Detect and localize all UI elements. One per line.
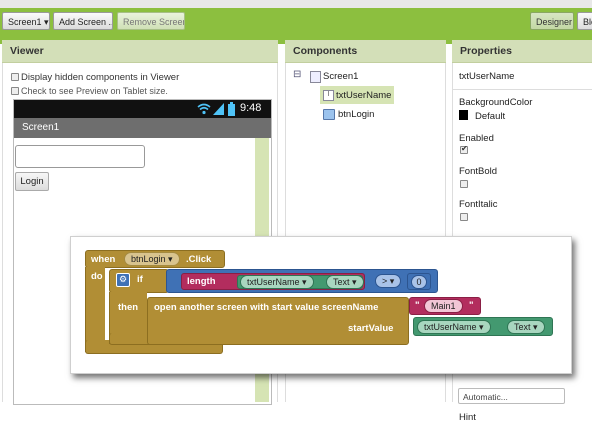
background-color-value[interactable]: Default [475, 111, 505, 122]
text-property-dropdown[interactable]: Text ▾ [326, 275, 364, 289]
toolbar-top-strip [0, 0, 592, 8]
designer-button[interactable]: Designer [530, 12, 574, 30]
status-time: 9:48 [240, 102, 262, 114]
fontbold-label: FontBold [459, 166, 498, 177]
viewer-title: Viewer [2, 40, 278, 63]
mutator-gear-icon[interactable]: ⚙ [116, 273, 130, 287]
textbox-dropdown[interactable]: txtUserName ▾ [240, 275, 314, 289]
start-value-textbox-label: txtUserName [424, 322, 477, 332]
enabled-label: Enabled [459, 133, 494, 144]
button-component-icon [323, 109, 335, 120]
username-textbox-preview[interactable] [15, 145, 145, 168]
number-block[interactable]: 0 [407, 273, 431, 290]
when-label: when [91, 254, 116, 265]
fontbold-checkbox[interactable] [460, 180, 468, 188]
screen-title: Screen1 [22, 122, 60, 133]
tree-item-btnlogin[interactable]: btnLogin [338, 109, 374, 120]
text-property-label: Text [333, 277, 350, 287]
screen-title-bar: Screen1 [14, 118, 271, 138]
quote-close: " [469, 300, 474, 311]
display-hidden-label: Display hidden components in Viewer [21, 72, 180, 83]
properties-title: Properties [452, 40, 592, 63]
color-swatch[interactable] [459, 110, 468, 120]
screen-selector[interactable]: Screen1 ▾ [2, 12, 50, 30]
signal-icon [213, 103, 224, 115]
if-label: if [137, 274, 143, 285]
components-title: Components [285, 40, 446, 63]
toolbar: Screen1 ▾ Add Screen ... Remove Screen D… [0, 8, 592, 44]
blocks-overlay: when btnLogin ▾ .Click do ⚙ if then leng… [70, 236, 572, 374]
textbox-text-getter-block[interactable]: txtUserName ▾ Text ▾ [237, 275, 364, 289]
do-label: do [91, 271, 103, 282]
comparison-operator-label: > [382, 276, 388, 286]
length-label: length [187, 276, 216, 287]
textbox-component-icon: I [323, 90, 334, 101]
start-value-text-label: Text [514, 322, 531, 332]
tree-item-txtusername[interactable]: I txtUserName [320, 86, 394, 104]
click-event-label: .Click [186, 254, 212, 265]
battery-icon [228, 102, 235, 116]
add-screen-button[interactable]: Add Screen ... [53, 12, 113, 30]
textbox-dropdown-label: txtUserName [247, 277, 300, 287]
start-value-getter-block[interactable]: txtUserName ▾ Text ▾ [413, 317, 553, 336]
if-block[interactable]: ⚙ if [109, 269, 169, 293]
display-hidden-checkbox[interactable] [11, 73, 19, 81]
wifi-icon [197, 103, 211, 115]
compare-block[interactable]: length txtUserName ▾ Text ▾ > ▾ 0 [166, 269, 438, 293]
tablet-preview-checkbox[interactable] [11, 87, 19, 95]
start-value-label: startValue [348, 323, 394, 334]
tree-collapse-icon[interactable]: ⊟ [293, 69, 301, 80]
status-bar: 9:48 [14, 100, 271, 118]
screen-name-value[interactable]: Main1 [424, 299, 463, 313]
comparison-operator-dropdown[interactable]: > ▾ [375, 274, 402, 288]
login-button-preview[interactable]: Login [15, 172, 49, 191]
length-block[interactable]: length txtUserName ▾ Text ▾ [181, 273, 365, 290]
start-value-text-dropdown[interactable]: Text ▾ [507, 320, 545, 334]
open-another-screen-block[interactable]: open another screen with start value scr… [147, 297, 409, 345]
tablet-preview-label: Check to see Preview on Tablet size. [21, 86, 168, 96]
fontitalic-label: FontItalic [459, 199, 498, 210]
screen-name-text-block[interactable]: " Main1 " [409, 297, 481, 315]
when-click-event-block[interactable]: when btnLogin ▾ .Click [85, 250, 225, 268]
tree-item-label: txtUserName [336, 90, 392, 101]
then-label: then [118, 302, 139, 313]
start-value-textbox-dropdown[interactable]: txtUserName ▾ [417, 320, 491, 334]
hint-label: Hint [459, 412, 476, 423]
properties-divider [453, 89, 592, 90]
open-screen-label: open another screen with start value scr… [154, 302, 379, 313]
number-value[interactable]: 0 [411, 275, 427, 289]
component-dropdown-label: btnLogin [131, 254, 166, 264]
background-color-label: BackgroundColor [459, 97, 533, 108]
quote-open: " [415, 300, 420, 311]
selected-component-name: txtUserName [459, 71, 515, 82]
remove-screen-button[interactable]: Remove Screen [117, 12, 185, 30]
fontitalic-checkbox[interactable] [460, 213, 468, 221]
screen-component-icon [310, 71, 321, 83]
component-dropdown[interactable]: btnLogin ▾ [124, 252, 180, 266]
tree-root-screen1[interactable]: Screen1 [323, 71, 358, 82]
enabled-checkbox[interactable] [460, 144, 468, 154]
blocks-button[interactable]: Blo [577, 12, 592, 30]
